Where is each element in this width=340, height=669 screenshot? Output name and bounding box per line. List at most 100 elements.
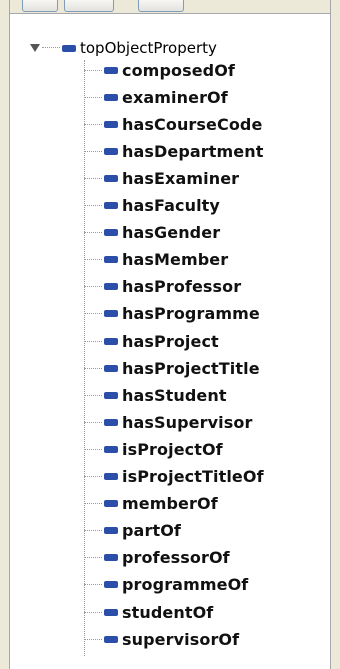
object-property-icon bbox=[104, 174, 118, 182]
object-property-icon bbox=[104, 391, 118, 399]
tree-connector bbox=[84, 421, 102, 423]
tree-node-supervisorOf[interactable]: supervisorOf bbox=[84, 629, 239, 649]
object-property-icon bbox=[104, 473, 118, 480]
tree-node-memberOf[interactable]: memberOf bbox=[84, 494, 218, 514]
tree-node-label: hasProgramme bbox=[122, 304, 260, 324]
tree-node-label: isProjectOf bbox=[122, 439, 223, 459]
object-property-icon bbox=[104, 310, 118, 318]
panel-left-border bbox=[0, 0, 10, 669]
object-property-icon bbox=[104, 229, 118, 237]
tree-connector bbox=[84, 557, 102, 559]
tree-connector bbox=[84, 177, 102, 179]
tree-node-label: hasGender bbox=[122, 223, 221, 243]
tree-node-label: partOf bbox=[122, 521, 181, 541]
object-property-icon bbox=[104, 581, 118, 589]
tree-node-label: hasMember bbox=[122, 250, 229, 270]
toolbar-button-2[interactable] bbox=[64, 0, 114, 12]
toolbar-button-1[interactable] bbox=[22, 0, 58, 12]
object-property-icon bbox=[104, 66, 118, 74]
tree-node-label: studentOf bbox=[122, 602, 214, 622]
tree-connector bbox=[84, 530, 102, 532]
tree-node-label: professorOf bbox=[122, 548, 230, 568]
tree-connector bbox=[84, 232, 102, 234]
panel-right-border bbox=[330, 0, 340, 669]
tree-node-hasCourseCode[interactable]: hasCourseCode bbox=[84, 114, 262, 134]
tree-node-label: supervisorOf bbox=[122, 629, 240, 649]
tree-node-label: hasExaminer bbox=[122, 168, 240, 188]
tree-node-programmeOf[interactable]: programmeOf bbox=[84, 575, 248, 595]
tree-node-hasStudent[interactable]: hasStudent bbox=[84, 385, 227, 405]
object-property-icon bbox=[104, 202, 118, 209]
object-property-icon bbox=[104, 554, 118, 562]
expand-triangle-icon[interactable] bbox=[30, 43, 40, 53]
tree-node-label: examinerOf bbox=[122, 87, 228, 107]
object-property-icon bbox=[104, 337, 118, 345]
object-property-icon bbox=[104, 608, 118, 616]
tree-node-label: hasStudent bbox=[122, 385, 227, 405]
tree-connector bbox=[84, 313, 102, 315]
tree-connector bbox=[84, 286, 102, 288]
tree-node-label: hasProfessor bbox=[122, 277, 242, 297]
object-property-icon bbox=[104, 93, 118, 101]
object-property-hierarchy-panel: topObjectProperty composedOf examinerOf ha… bbox=[0, 0, 340, 669]
tree-node-hasDepartment[interactable]: hasDepartment bbox=[84, 141, 264, 161]
tree-connector bbox=[84, 340, 102, 342]
tree-node-hasProjectTitle[interactable]: hasProjectTitle bbox=[84, 358, 260, 378]
tree-node-label: hasProjectTitle bbox=[122, 358, 260, 378]
tree-connector bbox=[84, 96, 102, 98]
tree-connector bbox=[84, 394, 102, 396]
tree-connector bbox=[84, 448, 102, 450]
tree-node-label: hasCourseCode bbox=[122, 114, 263, 134]
toolbar bbox=[10, 0, 330, 14]
tree-node-hasExaminer[interactable]: hasExaminer bbox=[84, 168, 239, 188]
tree-node-composedOf[interactable]: composedOf bbox=[84, 60, 235, 80]
tree-node-isProjectOf[interactable]: isProjectOf bbox=[84, 439, 223, 459]
tree-connector bbox=[84, 69, 102, 71]
tree-node-hasGender[interactable]: hasGender bbox=[84, 223, 220, 243]
property-tree: topObjectProperty composedOf examinerOf ha… bbox=[10, 14, 330, 669]
tree-root-node[interactable]: topObjectProperty bbox=[30, 38, 217, 58]
tree-connector bbox=[42, 47, 60, 49]
tree-node-label: memberOf bbox=[122, 494, 218, 514]
object-property-icon bbox=[104, 527, 118, 535]
tree-node-label: isProjectTitleOf bbox=[122, 467, 264, 486]
tree-node-hasMember[interactable]: hasMember bbox=[84, 250, 228, 270]
tree-node-studentOf[interactable]: studentOf bbox=[84, 602, 213, 622]
tree-node-hasProgramme[interactable]: hasProgramme bbox=[84, 304, 260, 324]
tree-node-partOf[interactable]: partOf bbox=[84, 521, 181, 541]
tree-node-label: hasFaculty bbox=[122, 196, 220, 215]
tree-node-label: hasProject bbox=[122, 331, 219, 351]
tree-connector bbox=[84, 584, 102, 586]
tree-node-hasFaculty[interactable]: hasFaculty bbox=[84, 196, 220, 216]
tree-node-label: hasSupervisor bbox=[122, 412, 253, 432]
tree-node-label: hasDepartment bbox=[122, 141, 264, 161]
toolbar-button-3[interactable] bbox=[138, 0, 184, 12]
tree-connector bbox=[84, 123, 102, 125]
tree-connector bbox=[84, 503, 102, 505]
tree-connector bbox=[84, 367, 102, 369]
tree-node-isProjectTitleOf[interactable]: isProjectTitleOf bbox=[84, 467, 264, 487]
tree-connector bbox=[84, 476, 102, 477]
object-property-icon bbox=[104, 418, 118, 426]
object-property-icon bbox=[62, 44, 76, 52]
object-property-icon bbox=[104, 500, 118, 508]
object-property-icon bbox=[104, 364, 118, 372]
tree-connector bbox=[84, 150, 102, 152]
tree-node-hasProfessor[interactable]: hasProfessor bbox=[84, 277, 241, 297]
tree-node-label: composedOf bbox=[122, 60, 235, 80]
tree-root-label: topObjectProperty bbox=[80, 39, 217, 57]
object-property-icon bbox=[104, 147, 118, 155]
object-property-icon bbox=[104, 283, 118, 291]
tree-node-hasProject[interactable]: hasProject bbox=[84, 331, 219, 351]
object-property-icon bbox=[104, 256, 118, 264]
tree-connector bbox=[84, 259, 102, 261]
tree-node-label: programmeOf bbox=[122, 575, 249, 595]
tree-connector bbox=[84, 638, 102, 640]
tree-node-hasSupervisor[interactable]: hasSupervisor bbox=[84, 412, 252, 432]
tree-node-professorOf[interactable]: professorOf bbox=[84, 548, 230, 568]
object-property-icon bbox=[104, 635, 118, 643]
tree-connector bbox=[84, 205, 102, 206]
object-property-icon bbox=[104, 445, 118, 453]
tree-node-examinerOf[interactable]: examinerOf bbox=[84, 87, 228, 107]
tree-connector bbox=[84, 611, 102, 613]
